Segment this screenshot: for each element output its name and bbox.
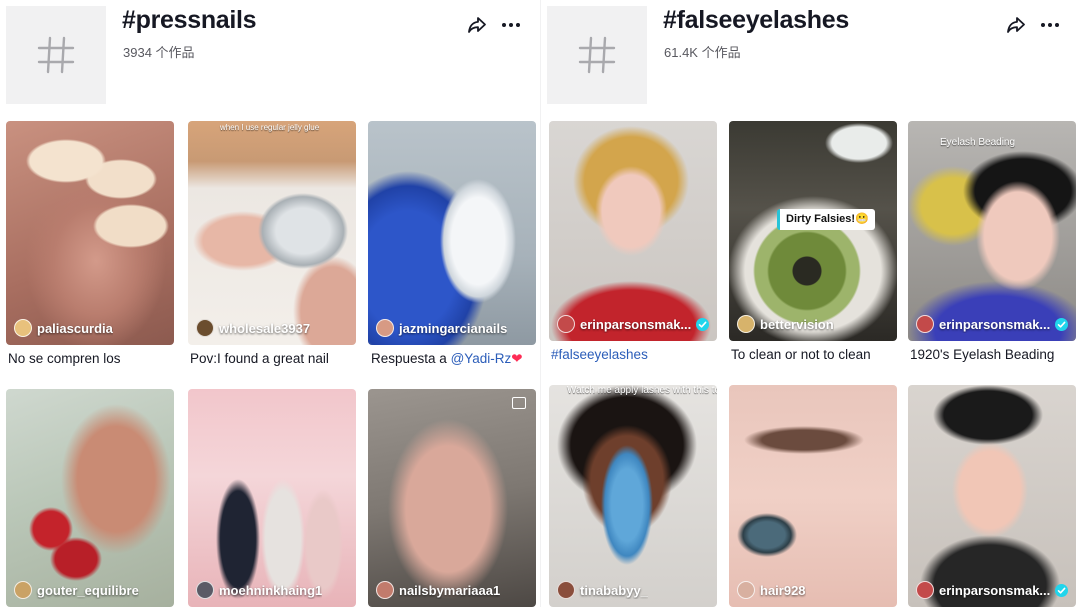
video-card[interactable]: paliascurdia [6,121,174,345]
video-count: 61.4K 个作品 [664,45,741,60]
video-count: 3934 个作品 [123,45,195,60]
video-caption[interactable]: No se compren los [8,351,180,366]
video-author[interactable]: erinparsonsmak... [916,315,1069,333]
verified-icon [1055,317,1069,331]
author-name: erinparsonsmak... [580,316,692,332]
share-button[interactable] [466,14,488,36]
photo-icon [512,397,526,409]
verified-icon [1055,583,1069,597]
verified-icon [696,317,710,331]
avatar [14,319,32,337]
author-name: erinparsonsmak... [939,316,1051,332]
mention-link[interactable]: @Yadi-Rz [451,351,512,366]
avatar [737,315,755,333]
hashtag-panel-pressnails: #pressnails 3934 个作品 paliascurdia No se … [0,0,540,607]
video-caption[interactable]: To clean or not to clean [731,347,903,362]
video-author[interactable]: gouter_equilibre [14,581,139,599]
video-caption[interactable]: 1920's Eyelash Beading [910,347,1080,362]
author-name: gouter_equilibre [37,582,139,598]
video-card[interactable]: Eyelash Beading erinparsonsmak... [908,121,1076,341]
author-name: erinparsonsmak... [939,582,1051,598]
author-name: hair928 [760,582,806,598]
hashtag-cover [6,6,106,104]
author-name: bettervision [760,316,834,332]
author-name: paliascurdia [37,320,113,336]
avatar [376,319,394,337]
video-card[interactable]: hair928 [729,385,897,607]
hashtag-title: #pressnails [122,6,257,34]
video-thumbnail [729,385,897,607]
author-name: nailsbymariaaa1 [399,582,501,598]
video-card[interactable]: when I use regular jelly glue wholesale3… [188,121,356,345]
video-card[interactable]: nailsbymariaaa1 [368,389,536,607]
video-thumbnail [729,121,897,341]
video-thumbnail [908,385,1076,607]
video-overlay-text: Eyelash Beading [940,137,1016,148]
video-thumbnail [549,385,717,607]
video-caption[interactable]: Pov:I found a great nail [190,351,362,366]
hashtag-panel-falseeyelashes: #falseeyelashes 61.4K 个作品 erinparsonsmak… [541,0,1080,607]
video-author[interactable]: hair928 [737,581,806,599]
video-thumbnail [549,121,717,341]
author-name: jazmingarcianails [399,320,508,336]
video-card[interactable]: gouter_equilibre [6,389,174,607]
video-thumbnail [188,121,356,345]
video-author[interactable]: paliascurdia [14,319,113,337]
author-name: wholesale3937 [219,320,311,336]
avatar [916,315,934,333]
video-sticker: Dirty Falsies!😬 [777,209,875,230]
video-thumbnail [368,389,536,607]
video-card[interactable]: Dirty Falsies!😬 bettervision [729,121,897,341]
video-author[interactable]: moehninkhaing1 [196,581,322,599]
video-card[interactable]: moehninkhaing1 [188,389,356,607]
heart-icon: ❤ [511,351,523,366]
video-thumbnail [6,389,174,607]
avatar [196,581,214,599]
hashtag-title: #falseeyelashes [663,6,849,34]
video-author[interactable]: erinparsonsmak... [557,315,710,333]
video-overlay-text: Watch me apply lashes with this tool [567,385,717,396]
video-caption[interactable]: Respuesta a @Yadi-Rz❤ [371,351,543,367]
share-button[interactable] [1005,14,1027,36]
more-icon [500,14,522,36]
hashtag-icon [34,33,78,77]
avatar [14,581,32,599]
avatar [196,319,214,337]
video-thumbnail [6,121,174,345]
video-thumbnail [188,389,356,607]
avatar [557,581,575,599]
avatar [737,581,755,599]
author-name: moehninkhaing1 [219,582,323,598]
video-author[interactable]: bettervision [737,315,834,333]
hashtag-cover [547,6,647,104]
video-thumbnail [908,121,1076,341]
video-card[interactable]: jazmingarcianails [368,121,536,345]
more-button[interactable] [1039,14,1061,36]
video-card[interactable]: erinparsonsmak... [908,385,1076,607]
video-author[interactable]: tinababyy_ [557,581,648,599]
share-icon [1005,14,1027,36]
video-author[interactable]: nailsbymariaaa1 [376,581,500,599]
video-overlay-text: when I use regular jelly glue [220,123,320,132]
video-author[interactable]: wholesale3937 [196,319,310,337]
video-card[interactable]: erinparsonsmak... [549,121,717,341]
video-author[interactable]: jazmingarcianails [376,319,507,337]
more-icon [1039,14,1061,36]
author-name: tinababyy_ [580,582,648,598]
share-icon [466,14,488,36]
video-author[interactable]: erinparsonsmak... [916,581,1069,599]
video-card[interactable]: Watch me apply lashes with this tool tin… [549,385,717,607]
avatar [557,315,575,333]
video-thumbnail [368,121,536,345]
hashtag-icon [575,33,619,77]
video-caption[interactable]: #falseeyelashes [551,347,723,362]
avatar [916,581,934,599]
more-button[interactable] [500,14,522,36]
avatar [376,581,394,599]
